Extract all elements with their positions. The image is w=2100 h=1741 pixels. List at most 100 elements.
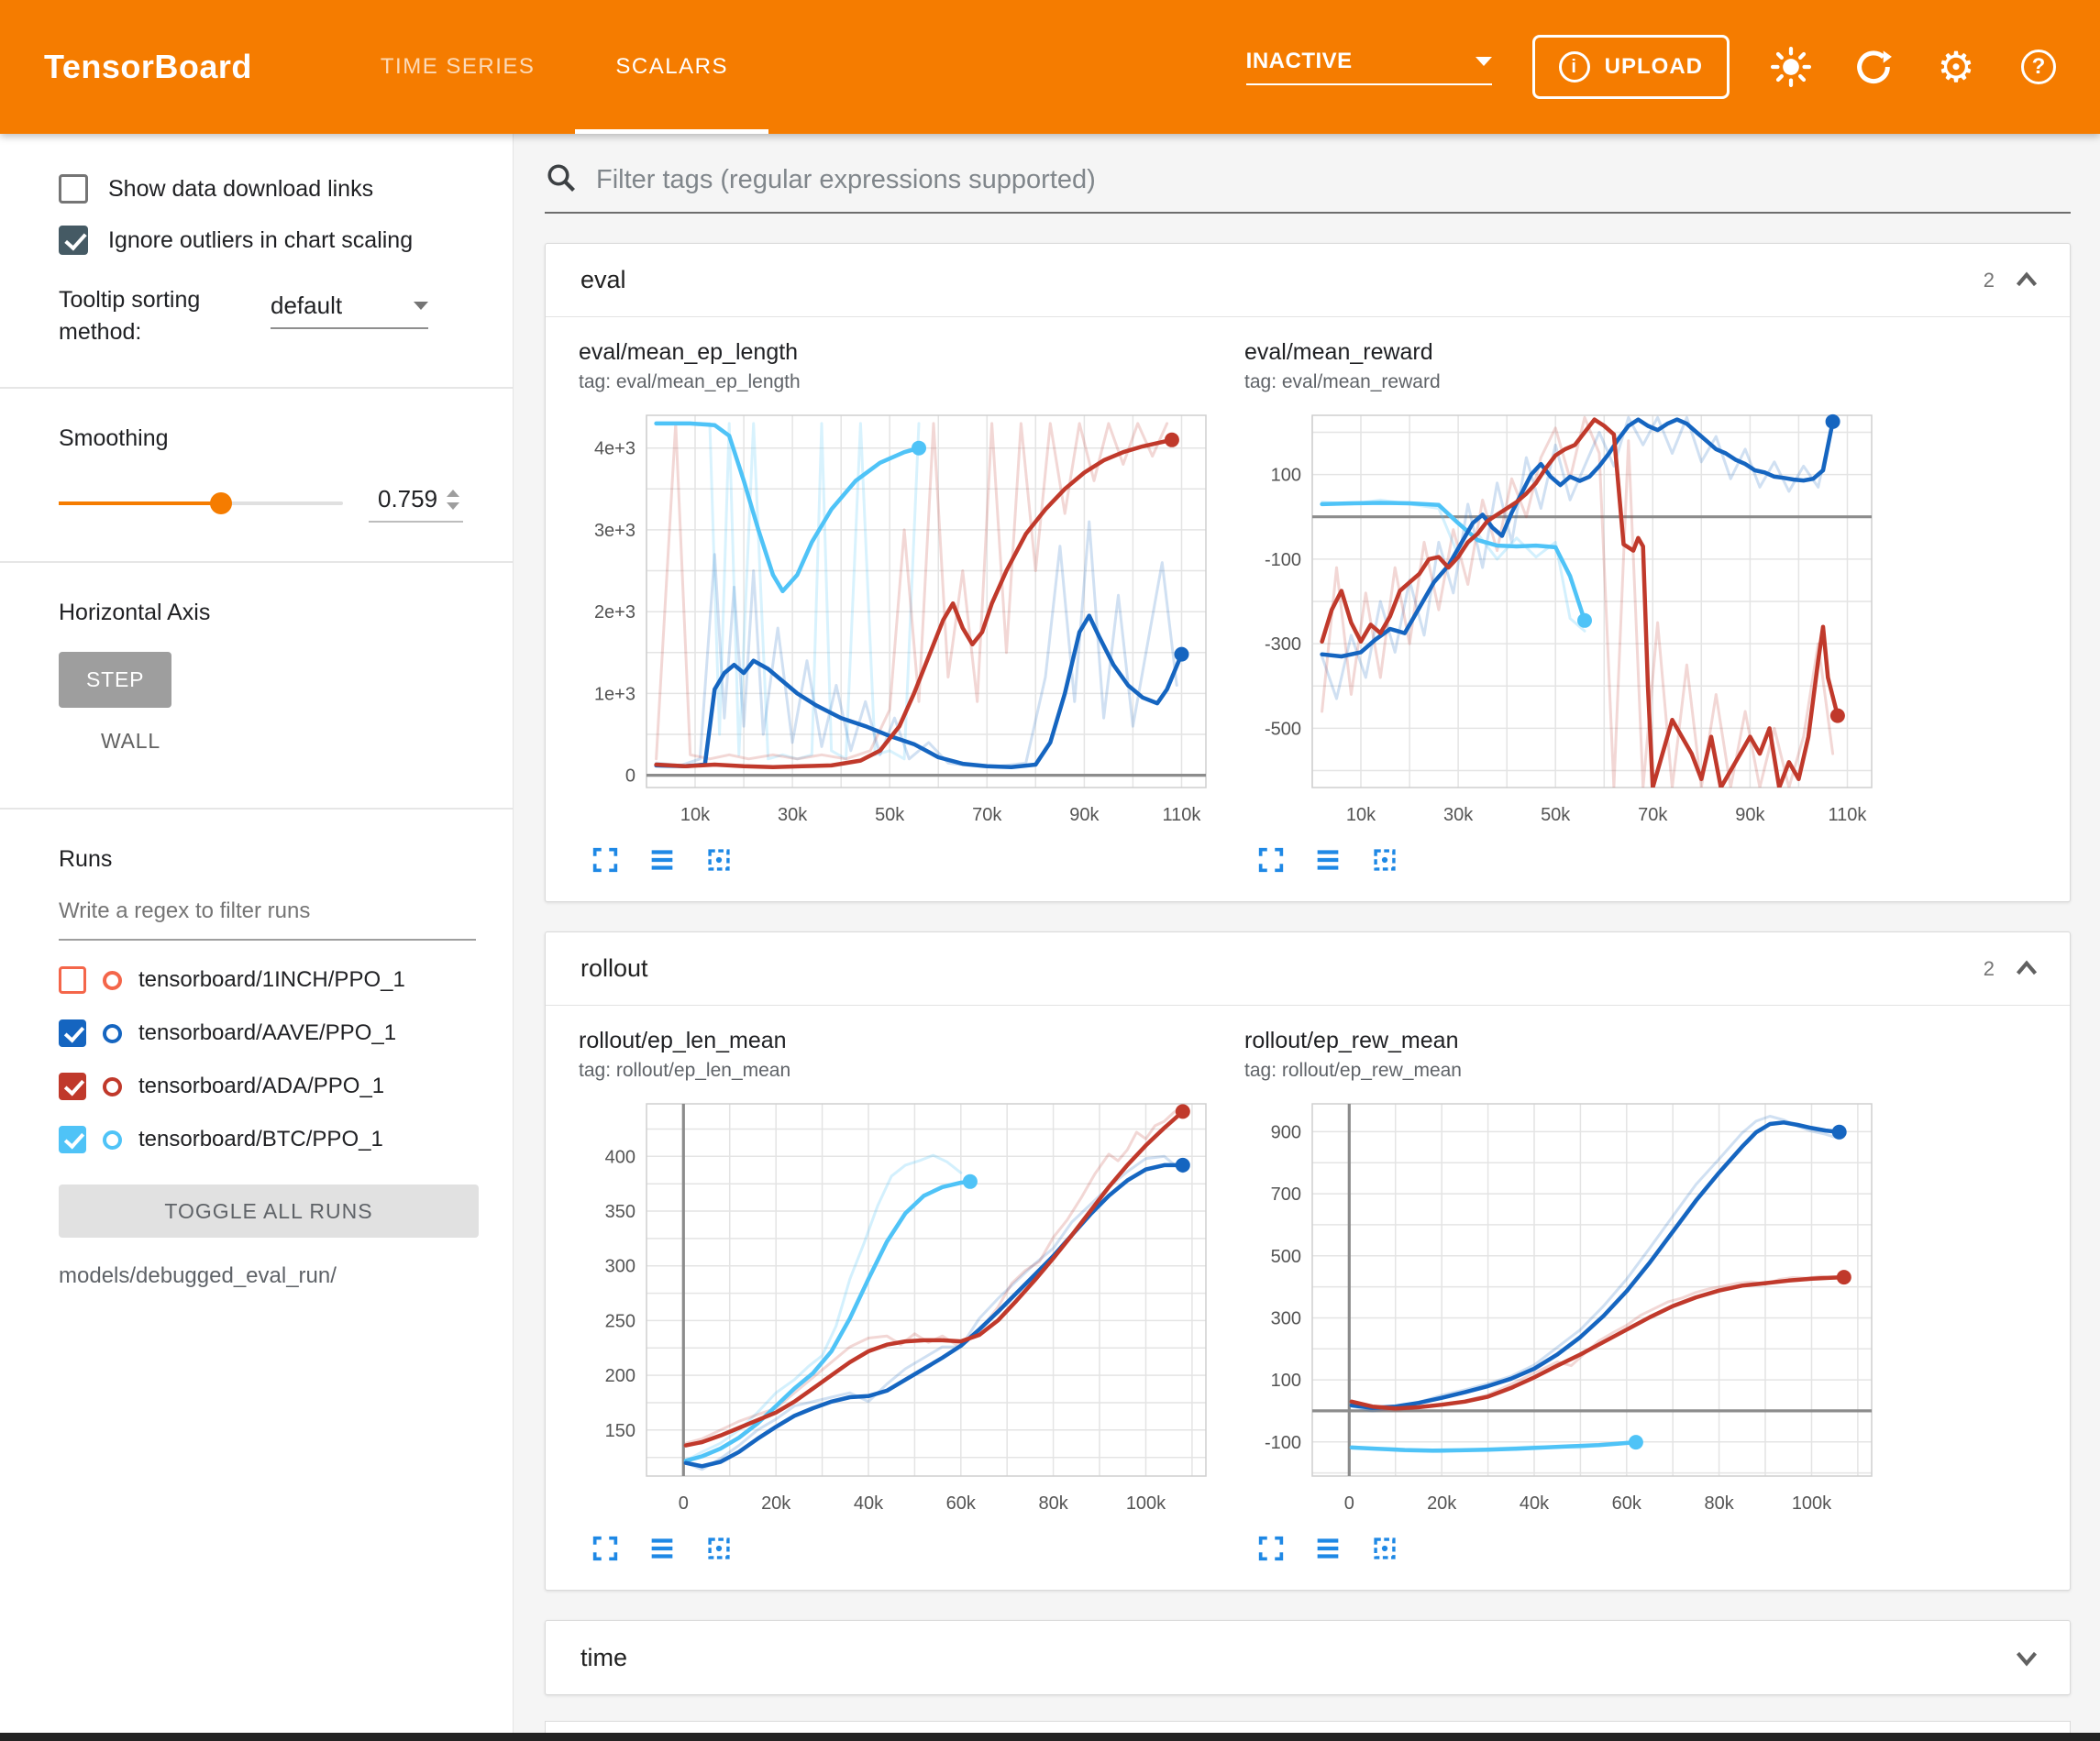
info-icon: i	[1559, 51, 1590, 83]
tag-filter-input[interactable]	[596, 165, 2071, 195]
chart-toolbar	[1244, 1533, 1886, 1564]
run-label: tensorboard/BTC/PPO_1	[138, 1127, 383, 1152]
slider-track[interactable]	[59, 501, 343, 505]
collapse-chevron-up-icon[interactable]	[2007, 950, 2046, 988]
line-chart-plot[interactable]: 10k30k50k70k90k110k01e+32e+33e+34e+3	[579, 404, 1221, 835]
chart-toolbar	[579, 844, 1221, 876]
svg-text:30k: 30k	[778, 805, 808, 825]
svg-text:90k: 90k	[1735, 805, 1765, 825]
section-count: 2	[1984, 269, 1995, 292]
help-icon[interactable]: ?	[2017, 46, 2060, 88]
fit-domain-icon[interactable]	[703, 1533, 735, 1564]
brightness-icon[interactable]	[1770, 46, 1812, 88]
run-row-ada[interactable]: tensorboard/ADA/PPO_1	[59, 1060, 476, 1113]
svg-text:40k: 40k	[854, 1493, 884, 1514]
run-color-indicator	[103, 1077, 122, 1096]
section-header-rollout[interactable]: rollout 2	[546, 932, 2070, 1006]
svg-text:70k: 70k	[1638, 805, 1668, 825]
axis-relative-button[interactable]	[188, 665, 243, 696]
tooltip-sorting-dropdown[interactable]: default	[271, 292, 428, 329]
collapse-chevron-up-icon[interactable]	[2007, 261, 2046, 300]
svg-text:50k: 50k	[1541, 805, 1571, 825]
section-title: eval	[580, 266, 626, 294]
svg-text:0: 0	[625, 766, 636, 787]
ignore-outliers-row[interactable]: Ignore outliers in chart scaling	[59, 226, 476, 255]
chart-title: rollout/ep_rew_mean	[1244, 1028, 1886, 1054]
smoothing-row: 0.759	[59, 483, 476, 523]
fit-domain-icon[interactable]	[1369, 844, 1400, 876]
slider-thumb[interactable]	[210, 492, 232, 514]
show-download-links-checkbox[interactable]	[59, 174, 88, 204]
expand-chevron-down-icon[interactable]	[2007, 1638, 2046, 1677]
data-table-icon[interactable]	[647, 1533, 678, 1564]
section-header-time[interactable]: time	[546, 1621, 2070, 1694]
fullscreen-icon[interactable]	[1255, 844, 1287, 876]
fullscreen-icon[interactable]	[1255, 1533, 1287, 1564]
header-tabs: TIME SERIES SCALARS	[340, 0, 768, 134]
run-checkbox[interactable]	[59, 966, 86, 994]
run-row-aave[interactable]: tensorboard/AAVE/PPO_1	[59, 1007, 476, 1060]
svg-text:700: 700	[1271, 1185, 1301, 1205]
tab-time-series[interactable]: TIME SERIES	[340, 0, 576, 134]
tooltip-sorting-value: default	[271, 292, 342, 320]
settings-gear-icon[interactable]: ⚙	[1935, 46, 1977, 88]
run-checkbox[interactable]	[59, 1126, 86, 1153]
toggle-all-runs-button[interactable]: TOGGLE ALL RUNS	[59, 1185, 479, 1238]
svg-text:40k: 40k	[1520, 1493, 1550, 1514]
status-dropdown[interactable]: INACTIVE	[1246, 49, 1492, 85]
charts-row: rollout/ep_len_mean tag: rollout/ep_len_…	[546, 1006, 2070, 1590]
upload-button[interactable]: i UPLOAD	[1532, 35, 1730, 99]
svg-text:250: 250	[605, 1311, 636, 1331]
run-checkbox[interactable]	[59, 1019, 86, 1047]
refresh-icon[interactable]	[1852, 46, 1895, 88]
stepper-down-icon[interactable]	[447, 502, 459, 510]
section-card-eval: eval 2 eval/mean_ep_length tag: eval/mea…	[545, 243, 2071, 902]
svg-text:-500: -500	[1265, 719, 1301, 739]
line-chart-plot[interactable]: 020k40k60k80k100k-100100300500700900	[1244, 1093, 1886, 1524]
smoothing-value-field[interactable]: 0.759	[369, 483, 463, 523]
runs-filter-input[interactable]	[59, 889, 476, 941]
run-row-btc[interactable]: tensorboard/BTC/PPO_1	[59, 1113, 476, 1166]
chart-tag: tag: eval/mean_reward	[1244, 371, 1886, 393]
data-table-icon[interactable]	[647, 844, 678, 876]
smoothing-slider[interactable]	[59, 489, 343, 518]
fullscreen-icon[interactable]	[590, 844, 621, 876]
line-chart-plot[interactable]: 10k30k50k70k90k110k100-100-300-500	[1244, 404, 1886, 835]
svg-text:-100: -100	[1265, 550, 1301, 570]
svg-text:200: 200	[605, 1366, 636, 1386]
show-download-links-row[interactable]: Show data download links	[59, 174, 476, 204]
data-table-icon[interactable]	[1312, 844, 1343, 876]
svg-text:150: 150	[605, 1421, 636, 1441]
stepper-up-icon[interactable]	[447, 490, 459, 497]
svg-text:100: 100	[1271, 1371, 1301, 1391]
runs-directory-path: models/debugged_eval_run/	[59, 1263, 476, 1289]
svg-text:20k: 20k	[761, 1493, 791, 1514]
data-table-icon[interactable]	[1312, 1533, 1343, 1564]
fit-domain-icon[interactable]	[1369, 1533, 1400, 1564]
app-title: TensorBoard	[44, 48, 252, 86]
fullscreen-icon[interactable]	[590, 1533, 621, 1564]
tag-filter-bar	[545, 161, 2071, 214]
chart-eval-mean-reward: eval/mean_reward tag: eval/mean_reward 1…	[1244, 339, 1886, 876]
divider	[0, 808, 513, 810]
axis-step-button[interactable]: STEP	[59, 652, 171, 708]
run-row-1inch[interactable]: tensorboard/1INCH/PPO_1	[59, 953, 476, 1007]
horizontal-axis-label: Horizontal Axis	[59, 600, 476, 626]
stepper	[447, 490, 459, 510]
fit-domain-icon[interactable]	[703, 844, 735, 876]
line-chart-plot[interactable]: 020k40k60k80k100k150200250300350400	[579, 1093, 1221, 1524]
slider-fill	[59, 501, 221, 505]
svg-text:60k: 60k	[1612, 1493, 1642, 1514]
upload-button-label: UPLOAD	[1605, 54, 1703, 80]
tab-scalars[interactable]: SCALARS	[575, 0, 768, 134]
axis-wall-button[interactable]: WALL	[73, 713, 188, 769]
svg-text:20k: 20k	[1427, 1493, 1457, 1514]
section-header-eval[interactable]: eval 2	[546, 244, 2070, 317]
run-checkbox[interactable]	[59, 1073, 86, 1100]
chart-title: eval/mean_ep_length	[579, 339, 1221, 366]
horizontal-axis-buttons: STEP	[59, 652, 476, 708]
chevron-down-icon	[1476, 57, 1492, 66]
section-count: 2	[1984, 957, 1995, 981]
ignore-outliers-checkbox[interactable]	[59, 226, 88, 255]
svg-text:100: 100	[1271, 466, 1301, 486]
